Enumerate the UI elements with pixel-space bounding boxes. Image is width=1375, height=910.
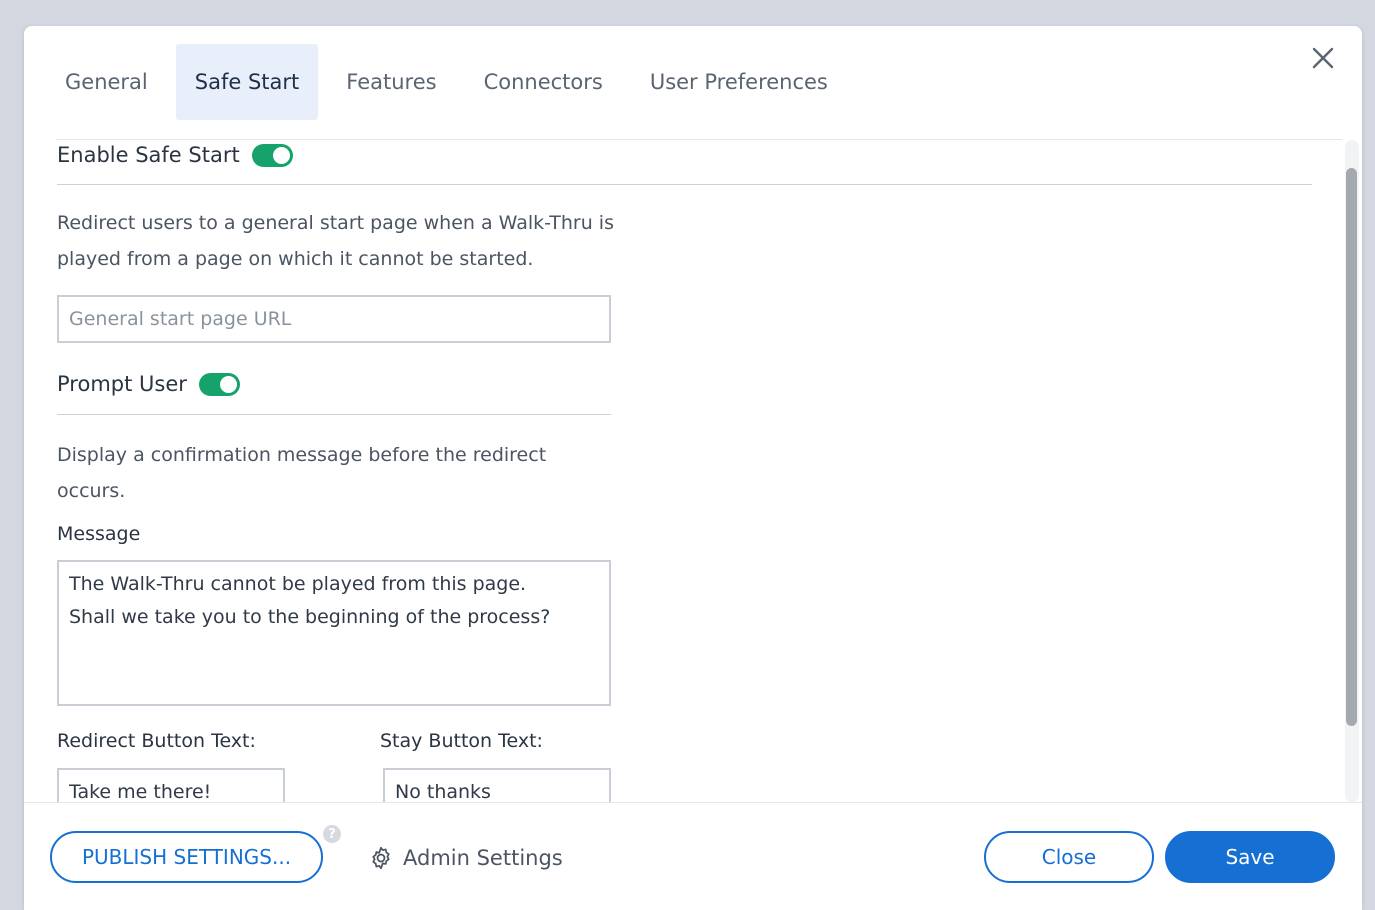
gear-icon	[368, 845, 394, 871]
scrollbar-thumb[interactable]	[1346, 168, 1357, 726]
settings-dialog: General Safe Start Features Connectors U…	[24, 26, 1362, 910]
enable-safe-start-label: Enable Safe Start	[57, 143, 240, 167]
help-icon[interactable]: ?	[323, 825, 341, 843]
start-page-url-input[interactable]	[57, 295, 611, 343]
stay-button-text-label: Stay Button Text:	[380, 730, 543, 752]
footer-divider	[24, 802, 1362, 803]
admin-settings-label: Admin Settings	[403, 846, 563, 870]
enable-safe-start-row: Enable Safe Start	[57, 141, 1319, 169]
enable-safe-start-toggle[interactable]	[251, 143, 293, 167]
prompt-divider	[57, 414, 611, 415]
message-label: Message	[57, 523, 141, 545]
prompt-user-row: Prompt User	[57, 370, 1319, 398]
tab-safe-start[interactable]: Safe Start	[175, 44, 319, 120]
message-textarea[interactable]: The Walk-Thru cannot be played from this…	[57, 560, 611, 706]
save-button[interactable]: Save	[1165, 831, 1335, 883]
section-divider	[57, 184, 1312, 185]
prompt-description: Display a confirmation message before th…	[57, 444, 547, 502]
tab-features[interactable]: Features	[327, 44, 455, 120]
safe-start-description: Redirect users to a general start page w…	[57, 212, 614, 270]
prompt-user-label: Prompt User	[57, 372, 187, 396]
redirect-button-text-input[interactable]	[57, 768, 285, 802]
redirect-button-text-label: Redirect Button Text:	[57, 730, 256, 752]
prompt-user-toggle[interactable]	[198, 372, 240, 396]
safe-start-panel: Enable Safe Start Redirect users to a ge…	[57, 140, 1319, 802]
tab-user-preferences[interactable]: User Preferences	[631, 44, 847, 120]
button-text-fields: Redirect Button Text: Stay Button Text:	[57, 730, 617, 802]
tab-bar: General Safe Start Features Connectors U…	[46, 44, 856, 120]
close-icon[interactable]	[1306, 41, 1340, 75]
admin-settings-link[interactable]: Admin Settings	[368, 840, 563, 876]
tab-connectors[interactable]: Connectors	[465, 44, 622, 120]
stay-button-text-input[interactable]	[383, 768, 611, 802]
publish-settings-button[interactable]: PUBLISH SETTINGS...	[50, 831, 323, 883]
tab-general[interactable]: General	[46, 44, 167, 120]
settings-scroll-area: Enable Safe Start Redirect users to a ge…	[24, 140, 1362, 802]
close-button[interactable]: Close	[984, 831, 1154, 883]
